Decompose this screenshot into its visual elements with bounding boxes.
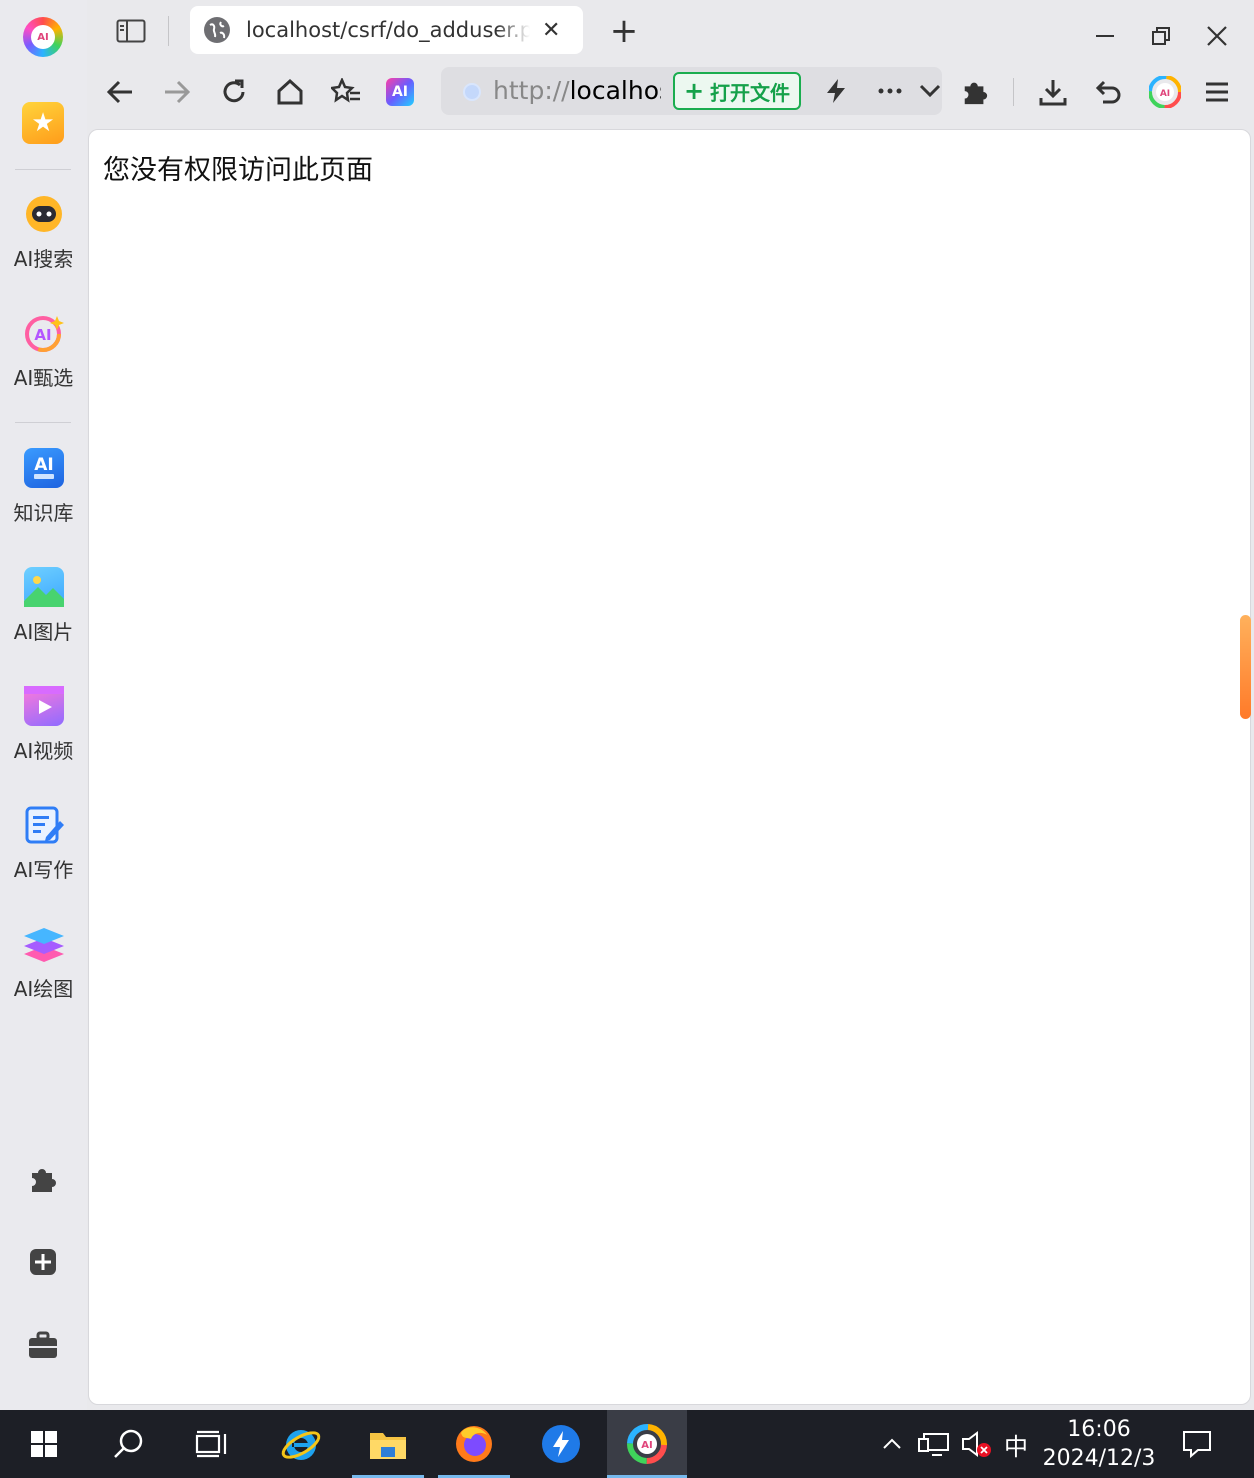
sidebar-divider [15,169,71,170]
firefox-icon[interactable] [438,1410,510,1478]
file-explorer-icon[interactable] [352,1410,424,1478]
address-bar[interactable]: http://localhos + 打开文件 [441,67,942,115]
svg-text:AI: AI [641,1440,652,1451]
home-icon[interactable] [270,72,310,112]
undo-close-tab-icon[interactable] [1089,72,1129,112]
open-file-button[interactable]: + 打开文件 [673,72,801,110]
clock-date: 2024/12/3 [1042,1446,1156,1471]
svg-text:AI: AI [34,455,53,475]
extensions-puzzle-icon[interactable] [955,72,995,112]
favorites-list-icon[interactable] [326,72,366,112]
task-view-icon[interactable] [184,1410,240,1478]
tab-active[interactable]: localhost/csrf/do_adduser.php ✕ [190,6,583,54]
sidebar-item-ai-image[interactable]: AI图片 [0,567,87,667]
plus-grid-icon[interactable] [26,1245,60,1279]
menu-icon[interactable] [1197,72,1237,112]
sidebar-item-label: AI写作 [13,858,74,882]
sidebar-item-ai-select[interactable]: AI AI甄选 [0,313,87,413]
sidebar-divider [15,422,71,423]
open-file-label: 打开文件 [710,80,791,105]
tab-title: localhost/csrf/do_adduser.php [246,18,530,42]
chevron-down-icon[interactable] [913,75,947,107]
sidebar-item-label: AI视频 [13,739,74,763]
sidebar-item-ai-video[interactable]: AI视频 [0,686,87,786]
minimize-icon[interactable] [1087,18,1123,54]
toolbar-separator [1013,78,1014,106]
toolbox-icon[interactable] [26,1328,60,1362]
tab-separator [168,16,169,46]
favorites-star-icon[interactable]: ★ [22,102,64,144]
url-scheme: http:// [493,76,570,105]
new-tab-button[interactable]: + [604,12,644,52]
knowledge-book-icon: AI [23,448,64,488]
sidebar-toggle-icon[interactable] [112,14,150,48]
reload-icon[interactable] [214,72,254,112]
sidebar-item-label: 知识库 [13,501,74,525]
network-icon[interactable] [916,1428,952,1460]
ai-sparkle-icon: AI [24,313,64,353]
sidebar-item-ai-writing[interactable]: AI写作 [0,805,87,905]
url-host: localhos [569,76,661,105]
layers-icon [23,924,64,964]
sidebar-item-label: AI甄选 [13,366,74,390]
robot-face-icon [24,194,64,234]
more-icon[interactable] [873,75,907,107]
logo-text: AI [31,25,55,49]
lightning-icon[interactable] [819,75,853,107]
picture-icon [23,567,64,607]
permission-denied-message: 您没有权限访问此页面 [103,155,373,186]
taskbar: AI 中 16:06 2024/12/3 [0,1410,1254,1478]
clock-time: 16:06 [1067,1417,1131,1442]
close-window-icon[interactable] [1199,18,1235,54]
tray-chevron-up-icon[interactable] [878,1428,906,1460]
side-drawer-handle[interactable] [1240,615,1251,719]
sidebar-item-label: AI图片 [13,620,74,644]
globe-icon [204,17,230,43]
ime-indicator[interactable]: 中 [1000,1428,1032,1461]
page-content: 您没有权限访问此页面 [88,129,1251,1405]
restore-icon[interactable] [1143,18,1179,54]
browser-logo-icon[interactable]: AI [23,17,63,57]
volume-muted-icon[interactable] [958,1428,994,1460]
sidebar: AI ★ AI搜索 AI AI甄选 AI 知识库 AI图片 AI视频 AI写作 … [0,0,87,1410]
sidebar-item-knowledge[interactable]: AI 知识库 [0,448,87,548]
tab-close-icon[interactable]: ✕ [542,18,560,43]
sidebar-item-label: AI搜索 [13,247,74,271]
windows-start-icon[interactable] [16,1410,72,1478]
plus-icon: + [683,77,705,105]
site-info-icon[interactable] [463,83,481,101]
sidebar-item-label: AI绘图 [13,977,74,1001]
video-play-icon [23,686,64,726]
back-icon[interactable] [100,72,140,112]
notification-center-icon[interactable] [1180,1428,1214,1460]
svg-text:AI: AI [1160,89,1170,99]
ai-logo-icon[interactable]: AI [1145,72,1185,112]
url-text[interactable]: http://localhos [493,76,661,106]
puzzle-icon[interactable] [26,1162,60,1196]
app-blue-arrow-icon[interactable] [525,1410,597,1478]
writing-pen-icon [24,805,64,845]
ai-assistant-button[interactable]: AI [386,78,414,106]
browser-taskbar-icon[interactable]: AI [607,1410,687,1478]
system-clock[interactable]: 16:06 2024/12/3 [1040,1416,1158,1474]
search-icon[interactable] [100,1410,156,1478]
sidebar-item-ai-drawing[interactable]: AI绘图 [0,924,87,1024]
internet-explorer-icon[interactable] [268,1410,334,1478]
download-icon[interactable] [1033,72,1073,112]
sidebar-item-ai-search[interactable]: AI搜索 [0,194,87,294]
svg-text:AI: AI [34,326,51,344]
forward-icon[interactable] [157,72,197,112]
